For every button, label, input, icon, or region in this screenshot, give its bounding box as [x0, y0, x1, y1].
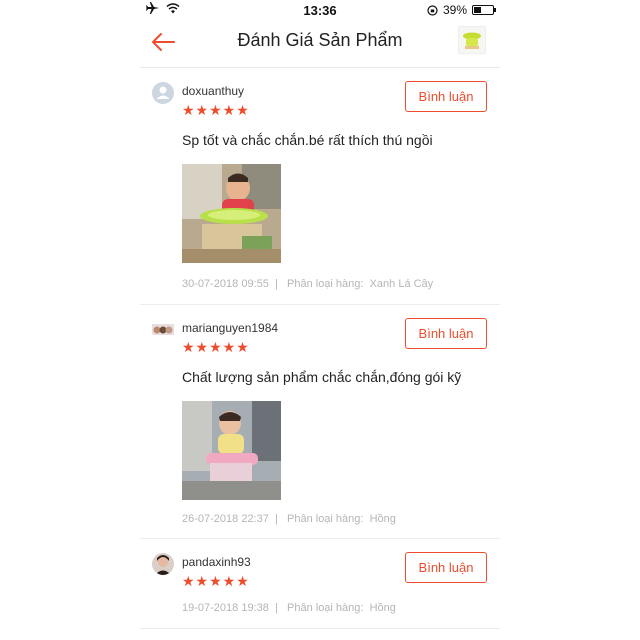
review-meta: 26-07-2018 22:37 | Phân loại hàng: Hồng [182, 513, 396, 525]
status-icons-right: 39% [427, 3, 496, 17]
variant-value: Hồng [369, 602, 396, 614]
avatar[interactable] [152, 553, 174, 575]
username[interactable]: doxuanthuy [182, 84, 244, 98]
username[interactable]: marianguyen1984 [182, 321, 278, 335]
photo-child-pink-chair [182, 401, 281, 500]
battery-level [474, 7, 482, 13]
review-date: 19-07-2018 19:38 [182, 602, 269, 614]
variant-value: Xanh Lá Cây [369, 278, 434, 290]
orientation-lock-icon [427, 4, 438, 16]
variant-label: Phân loại hàng: [287, 602, 364, 614]
username[interactable]: pandaxinh93 [182, 555, 251, 569]
page-title: Đánh Giá Sản Phẩm [237, 30, 403, 50]
review-item: doxuanthuy ★★★★★ Bình luận Sp tốt và chắ… [140, 68, 500, 305]
status-bar: 13:36 39% [0, 0, 640, 22]
default-user-icon [156, 86, 170, 99]
review-date: 26-07-2018 22:37 [182, 513, 269, 525]
user-avatar-image [152, 553, 174, 575]
rating-stars: ★★★★★ [182, 339, 250, 355]
photo-child-green-chair [182, 164, 281, 263]
comment-button[interactable]: Bình luận [405, 552, 487, 583]
review-item: marianguyen1984 ★★★★★ Bình luận Chất lượ… [140, 305, 500, 539]
product-chair-image [459, 27, 485, 53]
variant-label: Phân loại hàng: [287, 513, 364, 525]
variant-value: Hồng [369, 513, 396, 525]
review-meta: 19-07-2018 19:38 | Phân loại hàng: Hồng [182, 602, 396, 614]
status-time: 13:36 [303, 3, 337, 18]
review-photo[interactable] [182, 164, 281, 263]
comment-button[interactable]: Bình luận [405, 318, 487, 349]
battery-icon [472, 5, 496, 15]
review-text: Sp tốt và chắc chắn.bé rất thích thú ngồ… [182, 132, 433, 148]
battery-percent: 39% [442, 3, 467, 17]
comment-button[interactable]: Bình luận [405, 81, 487, 112]
nav-bar: Đánh Giá Sản Phẩm [140, 22, 500, 68]
review-date: 30-07-2018 09:55 [182, 278, 269, 290]
review-text: Chất lượng sản phẩm chắc chắn,đóng gói k… [182, 369, 462, 385]
avatar[interactable] [152, 323, 174, 335]
variant-label: Phân loại hàng: [287, 278, 364, 290]
review-item: pandaxinh93 ★★★★★ Bình luận 19-07-2018 1… [140, 539, 500, 629]
user-avatar-image [152, 324, 174, 335]
review-meta: 30-07-2018 09:55 | Phân loại hàng: Xanh … [182, 278, 434, 290]
rating-stars: ★★★★★ [182, 102, 250, 118]
product-thumbnail[interactable] [458, 26, 486, 54]
avatar[interactable] [152, 82, 174, 104]
rating-stars: ★★★★★ [182, 573, 250, 589]
review-photo[interactable] [182, 401, 281, 500]
